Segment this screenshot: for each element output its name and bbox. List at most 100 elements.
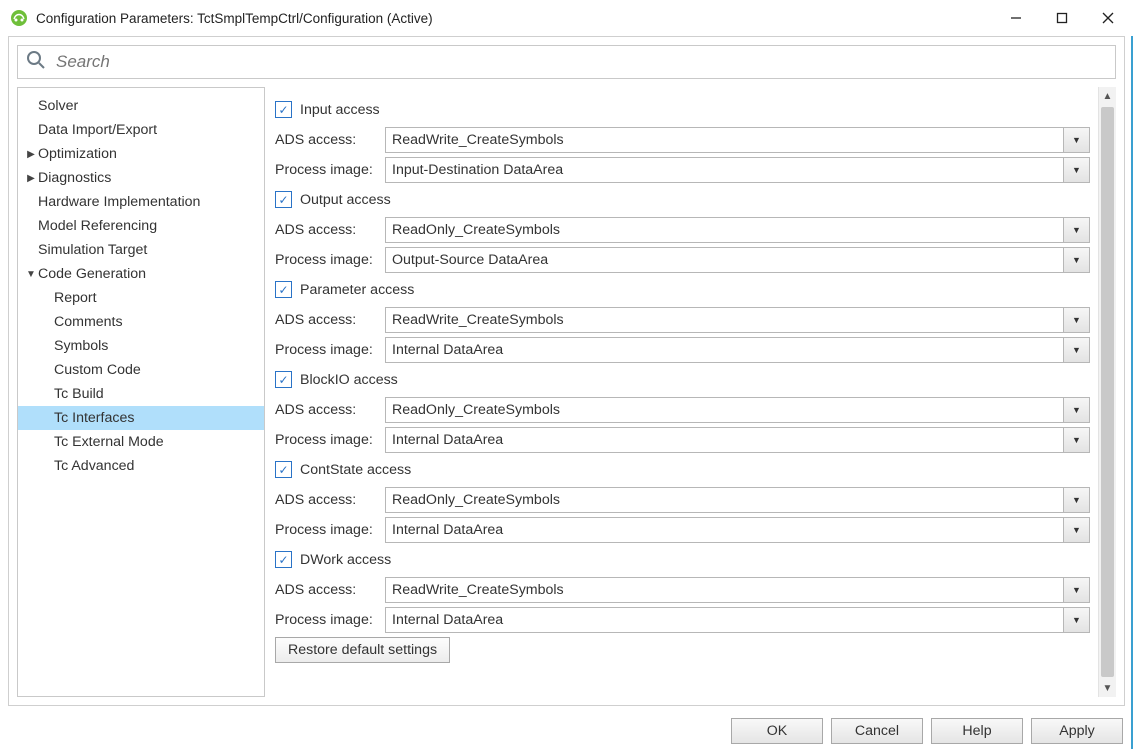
chevron-down-icon[interactable]: ▼ bbox=[1063, 338, 1089, 362]
nav-tree: Solver Data Import/Export ▶Optimization▶Di… bbox=[17, 87, 265, 697]
combo-ads-4[interactable]: ReadOnly_CreateSymbols▼ bbox=[385, 487, 1090, 513]
app-icon bbox=[10, 9, 28, 27]
ok-button[interactable]: OK bbox=[731, 718, 823, 744]
apply-button[interactable]: Apply bbox=[1031, 718, 1123, 744]
cancel-button-label: Cancel bbox=[855, 723, 899, 739]
vertical-scrollbar[interactable]: ▲ ▼ bbox=[1098, 87, 1116, 697]
combo-proc-0[interactable]: Input-Destination DataArea▼ bbox=[385, 157, 1090, 183]
combo-value: ReadOnly_CreateSymbols bbox=[386, 492, 1063, 508]
process-image-label: Process image: bbox=[275, 522, 385, 538]
checkbox-blockio-access[interactable]: ✓ bbox=[275, 371, 292, 388]
nav-item-label: Custom Code bbox=[54, 362, 141, 378]
nav-item-label: Tc External Mode bbox=[54, 434, 164, 450]
combo-value: Internal DataArea bbox=[386, 432, 1063, 448]
nav-item-comments[interactable]: Comments bbox=[18, 310, 264, 334]
combo-value: Output-Source DataArea bbox=[386, 252, 1063, 268]
combo-value: Internal DataArea bbox=[386, 342, 1063, 358]
chevron-down-icon[interactable]: ▼ bbox=[1063, 608, 1089, 632]
combo-ads-5[interactable]: ReadWrite_CreateSymbols▼ bbox=[385, 577, 1090, 603]
restore-defaults-button[interactable]: Restore default settings bbox=[275, 637, 450, 663]
ok-button-label: OK bbox=[767, 723, 788, 739]
combo-value: ReadOnly_CreateSymbols bbox=[386, 222, 1063, 238]
nav-item-data-import-export[interactable]: Data Import/Export bbox=[18, 118, 264, 142]
process-image-label: Process image: bbox=[275, 612, 385, 628]
chevron-down-icon[interactable]: ▼ bbox=[1063, 428, 1089, 452]
nav-item-tc-build[interactable]: Tc Build bbox=[18, 382, 264, 406]
apply-button-label: Apply bbox=[1059, 723, 1095, 739]
nav-item-label: Data Import/Export bbox=[38, 122, 157, 138]
combo-ads-1[interactable]: ReadOnly_CreateSymbols▼ bbox=[385, 217, 1090, 243]
nav-item-symbols[interactable]: Symbols bbox=[18, 334, 264, 358]
nav-item-label: Model Referencing bbox=[38, 218, 157, 234]
ads-access-label: ADS access: bbox=[275, 492, 385, 508]
combo-proc-5[interactable]: Internal DataArea▼ bbox=[385, 607, 1090, 633]
chevron-down-icon[interactable]: ▼ bbox=[1063, 398, 1089, 422]
nav-item-tc-external-mode[interactable]: Tc External Mode bbox=[18, 430, 264, 454]
checkbox-contstate-access[interactable]: ✓ bbox=[275, 461, 292, 478]
search-input[interactable] bbox=[54, 51, 1107, 73]
checkbox-output-access[interactable]: ✓ bbox=[275, 191, 292, 208]
nav-item-report[interactable]: Report bbox=[18, 286, 264, 310]
checkbox-label: DWork access bbox=[300, 552, 391, 568]
nav-item-tc-interfaces[interactable]: Tc Interfaces bbox=[18, 406, 264, 430]
checkbox-input-access[interactable]: ✓ bbox=[275, 101, 292, 118]
combo-proc-3[interactable]: Internal DataArea▼ bbox=[385, 427, 1090, 453]
nav-item-model-referencing[interactable]: Model Referencing bbox=[18, 214, 264, 238]
scroll-up-icon[interactable]: ▲ bbox=[1099, 87, 1116, 105]
checkbox-dwork-access[interactable]: ✓ bbox=[275, 551, 292, 568]
combo-value: Internal DataArea bbox=[386, 522, 1063, 538]
checkbox-label: ContState access bbox=[300, 462, 411, 478]
caret-icon: ▼ bbox=[24, 269, 38, 280]
scroll-down-icon[interactable]: ▼ bbox=[1099, 679, 1116, 697]
combo-proc-2[interactable]: Internal DataArea▼ bbox=[385, 337, 1090, 363]
chevron-down-icon[interactable]: ▼ bbox=[1063, 578, 1089, 602]
combo-value: ReadWrite_CreateSymbols bbox=[386, 132, 1063, 148]
chevron-down-icon[interactable]: ▼ bbox=[1063, 488, 1089, 512]
combo-ads-0[interactable]: ReadWrite_CreateSymbols▼ bbox=[385, 127, 1090, 153]
nav-item-diagnostics[interactable]: ▶Diagnostics bbox=[18, 166, 264, 190]
minimize-button[interactable] bbox=[993, 2, 1039, 34]
scroll-thumb[interactable] bbox=[1101, 107, 1114, 677]
nav-item-code-generation[interactable]: ▼Code Generation bbox=[18, 262, 264, 286]
combo-proc-4[interactable]: Internal DataArea▼ bbox=[385, 517, 1090, 543]
search-icon bbox=[26, 50, 46, 75]
close-button[interactable] bbox=[1085, 2, 1131, 34]
nav-item-label: Code Generation bbox=[38, 266, 146, 282]
maximize-button[interactable] bbox=[1039, 2, 1085, 34]
cancel-button[interactable]: Cancel bbox=[831, 718, 923, 744]
nav-item-label: Tc Advanced bbox=[54, 458, 134, 474]
combo-value: ReadOnly_CreateSymbols bbox=[386, 402, 1063, 418]
nav-item-simulation-target[interactable]: Simulation Target bbox=[18, 238, 264, 262]
nav-item-label: Report bbox=[54, 290, 97, 306]
main-panel: ✓Input accessADS access:ReadWrite_Create… bbox=[265, 87, 1116, 697]
process-image-label: Process image: bbox=[275, 252, 385, 268]
chevron-down-icon[interactable]: ▼ bbox=[1063, 128, 1089, 152]
ads-access-label: ADS access: bbox=[275, 582, 385, 598]
chevron-down-icon[interactable]: ▼ bbox=[1063, 218, 1089, 242]
nav-item-hardware-implementation[interactable]: Hardware Implementation bbox=[18, 190, 264, 214]
combo-proc-1[interactable]: Output-Source DataArea▼ bbox=[385, 247, 1090, 273]
combo-ads-2[interactable]: ReadWrite_CreateSymbols▼ bbox=[385, 307, 1090, 333]
nav-item-label: Comments bbox=[54, 314, 123, 330]
chevron-down-icon[interactable]: ▼ bbox=[1063, 308, 1089, 332]
nav-item-custom-code[interactable]: Custom Code bbox=[18, 358, 264, 382]
process-image-label: Process image: bbox=[275, 162, 385, 178]
process-image-label: Process image: bbox=[275, 432, 385, 448]
chevron-down-icon[interactable]: ▼ bbox=[1063, 248, 1089, 272]
combo-value: ReadWrite_CreateSymbols bbox=[386, 312, 1063, 328]
nav-item-solver[interactable]: Solver bbox=[18, 94, 264, 118]
form-area: ✓Input accessADS access:ReadWrite_Create… bbox=[265, 87, 1098, 697]
nav-item-label: Tc Build bbox=[54, 386, 104, 402]
help-button[interactable]: Help bbox=[931, 718, 1023, 744]
nav-item-label: Optimization bbox=[38, 146, 117, 162]
chevron-down-icon[interactable]: ▼ bbox=[1063, 158, 1089, 182]
checkbox-parameter-access[interactable]: ✓ bbox=[275, 281, 292, 298]
combo-ads-3[interactable]: ReadOnly_CreateSymbols▼ bbox=[385, 397, 1090, 423]
chevron-down-icon[interactable]: ▼ bbox=[1063, 518, 1089, 542]
window-title: Configuration Parameters: TctSmplTempCtr… bbox=[36, 11, 993, 26]
nav-item-optimization[interactable]: ▶Optimization bbox=[18, 142, 264, 166]
nav-item-label: Solver bbox=[38, 98, 78, 114]
nav-item-tc-advanced[interactable]: Tc Advanced bbox=[18, 454, 264, 478]
ads-access-label: ADS access: bbox=[275, 402, 385, 418]
nav-item-label: Tc Interfaces bbox=[54, 410, 134, 426]
